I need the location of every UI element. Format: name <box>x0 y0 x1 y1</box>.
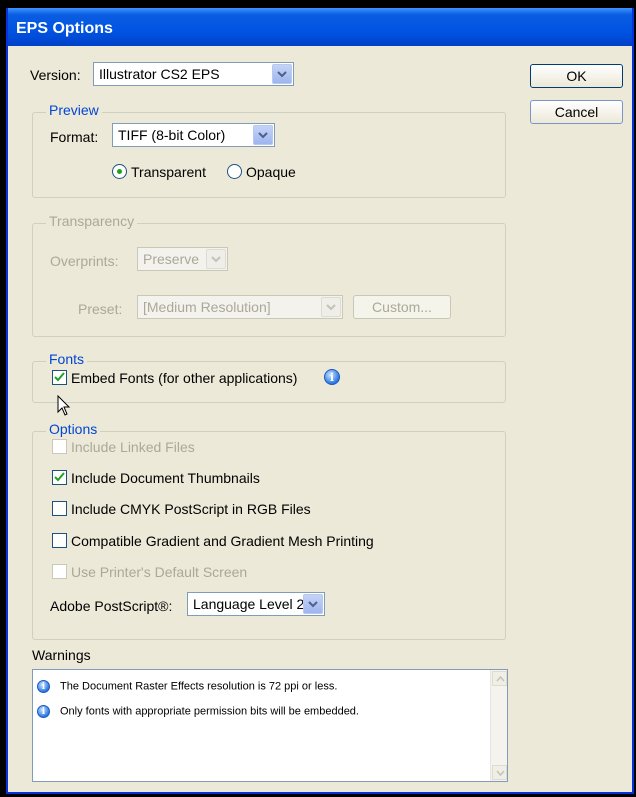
version-label: Version: <box>30 67 81 83</box>
use-printer-screen-checkbox[interactable] <box>52 564 67 579</box>
cancel-button[interactable]: Cancel <box>530 100 623 124</box>
chevron-up-icon <box>496 676 505 682</box>
include-cmyk-checkbox[interactable] <box>52 501 67 516</box>
mouse-pointer-icon <box>57 395 71 416</box>
embed-fonts-checkbox[interactable] <box>52 370 67 385</box>
chevron-down-icon[interactable] <box>303 594 323 614</box>
format-label: Format: <box>50 129 99 145</box>
compatible-gradient-checkbox[interactable] <box>52 533 67 548</box>
radio-opaque-label: Opaque <box>246 164 296 180</box>
fonts-legend: Fonts <box>46 351 88 367</box>
list-item: i The Document Raster Effects resolution … <box>37 680 337 693</box>
ok-button[interactable]: OK <box>530 64 623 88</box>
scroll-up-button[interactable] <box>492 671 507 686</box>
warnings-label: Warnings <box>32 647 91 663</box>
custom-button[interactable]: Custom... <box>353 295 451 319</box>
chevron-down-icon[interactable] <box>321 297 341 317</box>
include-thumbnails-label: Include Document Thumbnails <box>71 470 260 486</box>
radio-transparent-label: Transparent <box>131 164 206 180</box>
version-value: Illustrator CS2 EPS <box>99 66 220 82</box>
eps-options-dialog: EPS Options Version: Illustrator CS2 EPS… <box>6 8 634 794</box>
dialog-title: EPS Options <box>8 8 632 46</box>
use-printer-screen-label: Use Printer's Default Screen <box>71 564 248 580</box>
version-select[interactable]: Illustrator CS2 EPS <box>93 62 294 86</box>
include-cmyk-label: Include CMYK PostScript in RGB Files <box>71 501 311 517</box>
radio-transparent[interactable] <box>112 164 127 179</box>
compatible-gradient-label: Compatible Gradient and Gradient Mesh Pr… <box>71 533 374 549</box>
info-icon: i <box>37 680 50 693</box>
format-select[interactable]: TIFF (8-bit Color) <box>112 123 275 147</box>
chevron-down-icon <box>496 770 505 776</box>
preset-label: Preset: <box>78 301 123 317</box>
postscript-value: Language Level 2 <box>193 596 305 612</box>
format-value: TIFF (8-bit Color) <box>118 127 226 143</box>
scroll-down-button[interactable] <box>492 765 507 780</box>
preset-value: [Medium Resolution] <box>143 299 271 315</box>
list-item: i Only fonts with appropriate permission … <box>37 705 359 718</box>
postscript-select[interactable]: Language Level 2 <box>187 592 325 616</box>
transparency-group <box>32 223 506 337</box>
checkmark-icon <box>54 472 65 482</box>
info-icon[interactable]: i <box>324 369 340 385</box>
chevron-down-icon[interactable] <box>253 125 273 145</box>
warning-text: Only fonts with appropriate permission b… <box>60 705 359 718</box>
postscript-label: Adobe PostScript®: <box>50 598 173 614</box>
options-legend: Options <box>46 421 101 437</box>
warning-text: The Document Raster Effects resolution i… <box>60 680 338 693</box>
include-linked-files-label: Include Linked Files <box>71 439 195 455</box>
preset-select[interactable]: [Medium Resolution] <box>137 295 343 319</box>
transparency-legend: Transparency <box>46 213 138 229</box>
chevron-down-icon[interactable] <box>272 64 292 84</box>
warnings-list[interactable]: i The Document Raster Effects resolution … <box>32 669 508 782</box>
include-thumbnails-checkbox[interactable] <box>52 470 67 485</box>
overprints-select[interactable]: Preserve <box>137 247 228 271</box>
info-icon: i <box>37 705 50 718</box>
preview-legend: Preview <box>46 102 102 118</box>
radio-selected-dot <box>117 169 122 174</box>
chevron-down-icon[interactable] <box>206 249 226 269</box>
overprints-value: Preserve <box>143 251 200 267</box>
radio-opaque[interactable] <box>227 164 242 179</box>
warnings-scrollbar[interactable] <box>490 670 507 781</box>
overprints-label: Overprints: <box>50 253 119 269</box>
embed-fonts-label: Embed Fonts (for other applications) <box>71 370 298 386</box>
checkmark-icon <box>54 372 65 382</box>
include-linked-files-checkbox[interactable] <box>52 439 67 454</box>
